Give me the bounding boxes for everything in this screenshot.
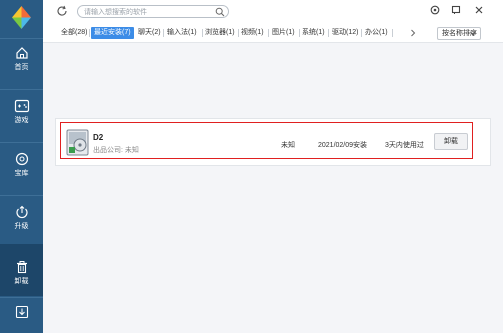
category-tabs: 全部(28) 最近安装(7) 聊天(2) 输入法(1) 浏览器(1) 视频(1)… xyxy=(43,22,503,43)
download-manager-button[interactable] xyxy=(0,305,43,327)
sidebar-item-label: 游戏 xyxy=(14,117,29,124)
refresh-icon[interactable] xyxy=(56,5,68,17)
sidebar-item-label: 首页 xyxy=(14,64,29,71)
tab-image[interactable]: 图片(1) xyxy=(272,27,295,39)
app-size: 未知 xyxy=(281,142,295,149)
tab-office[interactable]: 办公(1) xyxy=(365,27,388,39)
gamepad-icon xyxy=(14,99,29,113)
sidebar-divider xyxy=(0,89,43,90)
tab-divider xyxy=(163,29,164,37)
app-company: 出品公司: 未知 xyxy=(93,147,139,154)
app-last-used: 3天内使用过 xyxy=(385,142,424,149)
tab-divider xyxy=(202,29,203,37)
settings-icon[interactable] xyxy=(429,4,441,16)
sidebar-divider xyxy=(0,142,43,143)
app-icon xyxy=(66,129,89,156)
tab-browser[interactable]: 浏览器(1) xyxy=(205,27,235,39)
sidebar-item-home[interactable]: 首页 xyxy=(0,46,43,102)
more-tabs-arrow-icon[interactable] xyxy=(410,29,416,37)
sidebar-item-treasure[interactable]: 宝库 xyxy=(0,152,43,208)
close-icon[interactable] xyxy=(473,4,485,16)
tab-chat[interactable]: 聊天(2) xyxy=(138,27,161,39)
tab-recent[interactable]: 最近安装(7) xyxy=(91,27,134,39)
sort-dropdown[interactable]: 按名称排序 xyxy=(437,27,481,40)
tab-divider xyxy=(89,29,90,37)
sidebar-divider xyxy=(0,195,43,196)
download-icon xyxy=(15,305,28,319)
main-panel: 请输入想搜索的软件 全部(28) 最近安装(7) 聊天(2) 输入法(1) 浏览… xyxy=(43,0,503,333)
app-name: D2 xyxy=(93,133,104,142)
upgrade-icon xyxy=(15,205,28,219)
tab-input-method[interactable]: 输入法(1) xyxy=(167,27,197,39)
sidebar-item-label: 宝库 xyxy=(14,170,29,177)
sidebar-divider xyxy=(0,297,43,298)
tab-divider xyxy=(392,29,393,37)
tab-divider xyxy=(268,29,269,37)
search-icon[interactable] xyxy=(215,7,225,17)
tab-divider xyxy=(328,29,329,37)
treasure-icon xyxy=(15,152,28,166)
logo-icon xyxy=(12,6,31,29)
tab-all[interactable]: 全部(28) xyxy=(61,27,87,39)
app-install-date: 2021/02/09安装 xyxy=(318,142,368,149)
tab-video[interactable]: 视频(1) xyxy=(241,27,264,39)
sidebar: 首页 游戏 宝库 升级 卸载 xyxy=(0,0,43,333)
uninstall-button[interactable]: 卸载 xyxy=(434,133,468,150)
top-bar: 请输入想搜索的软件 xyxy=(43,0,503,22)
chevron-down-icon xyxy=(470,31,476,36)
tab-divider xyxy=(361,29,362,37)
minimize-icon[interactable] xyxy=(450,4,462,16)
search-box[interactable]: 请输入想搜索的软件 xyxy=(77,5,229,18)
tab-driver[interactable]: 驱动(12) xyxy=(332,27,358,39)
home-icon xyxy=(15,47,28,59)
sidebar-item-label: 升级 xyxy=(14,223,29,230)
sidebar-item-games[interactable]: 游戏 xyxy=(0,99,43,155)
tab-divider xyxy=(299,29,300,37)
sidebar-item-label: 卸载 xyxy=(14,278,29,285)
sidebar-item-uninstall[interactable]: 卸载 xyxy=(0,244,43,296)
trash-icon xyxy=(16,261,27,274)
sidebar-divider xyxy=(0,38,43,39)
search-input[interactable]: 请输入想搜索的软件 xyxy=(84,7,147,17)
tab-divider xyxy=(238,29,239,37)
tab-system[interactable]: 系统(1) xyxy=(302,27,325,39)
